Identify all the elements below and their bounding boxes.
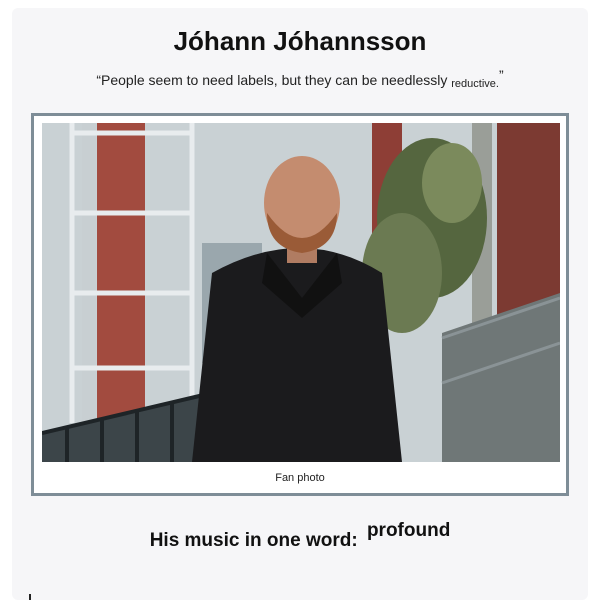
quote-close-mark: ” xyxy=(498,67,504,83)
quote-text: People seem to need labels, but they can… xyxy=(101,72,382,88)
photo-caption: Fan photo xyxy=(275,472,325,484)
one-word-prefix: His music in one word: xyxy=(149,530,363,551)
one-word-value: profound xyxy=(366,520,451,541)
text-cursor xyxy=(29,594,31,600)
photo-frame: Fan photo xyxy=(31,113,569,496)
one-word-line: His music in one word: profound xyxy=(0,520,600,552)
quote-word-needlessly: needlessly xyxy=(381,72,448,88)
page-title: Jóhann Jóhannsson xyxy=(173,26,427,56)
quote-word-reductive: reductive. xyxy=(451,78,499,90)
portrait-photo xyxy=(42,123,560,462)
quote: “People seem to need labels, but they ca… xyxy=(0,67,600,90)
portrait-photo-illustration xyxy=(42,123,560,462)
